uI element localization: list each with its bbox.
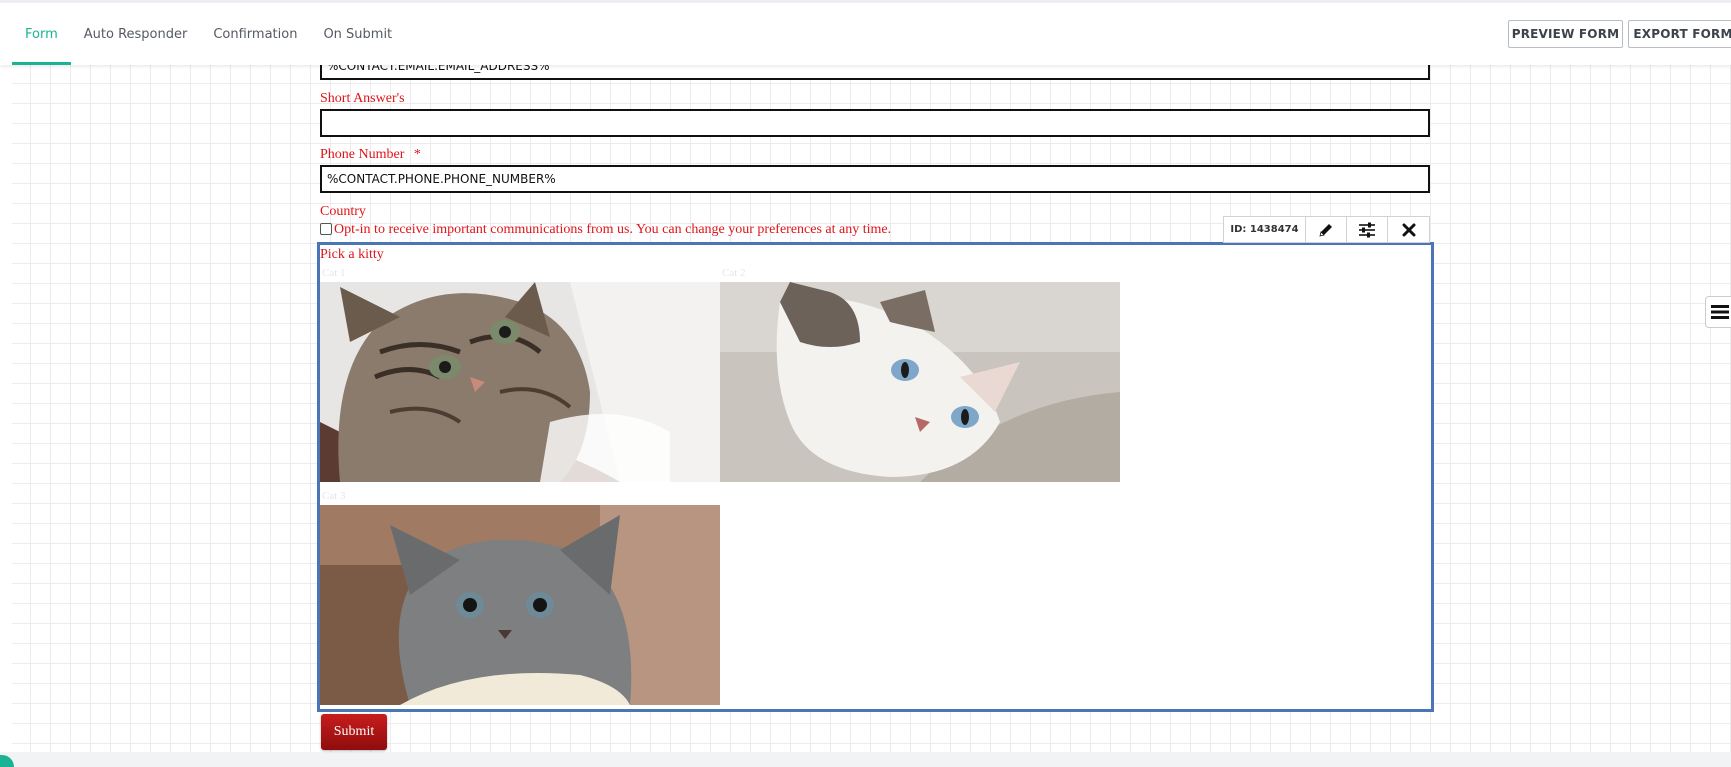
optin-row: Opt-in to receive important communicatio… <box>320 222 891 238</box>
hamburger-menu-icon[interactable] <box>1705 296 1731 328</box>
pencil-icon[interactable] <box>1306 217 1347 242</box>
required-asterisk: * <box>413 147 421 162</box>
tab-on-submit[interactable]: On Submit <box>310 3 405 65</box>
phone-label: Phone Number * <box>320 147 421 163</box>
block-toolbar: ID: 1438474 <box>1223 216 1430 243</box>
optin-text: Opt-in to receive important communicatio… <box>334 222 892 237</box>
tab-auto-responder[interactable]: Auto Responder <box>71 3 201 65</box>
submit-button[interactable]: Submit <box>321 714 387 750</box>
optin-checkbox[interactable] <box>320 222 332 235</box>
close-icon[interactable] <box>1388 217 1429 242</box>
pick-kitty-block[interactable]: Pick a kitty Cat 1 Cat 2 Cat 3 <box>317 242 1434 712</box>
block-id-label: ID: 1438474 <box>1224 217 1306 242</box>
pick-kitty-label: Pick a kitty <box>320 247 384 262</box>
kitty-caption-3: Cat 3 <box>322 490 346 502</box>
phone-field[interactable]: %CONTACT.PHONE.PHONE_NUMBER% <box>320 165 1430 193</box>
preview-form-button[interactable]: PREVIEW FORM <box>1508 20 1623 48</box>
export-form-button[interactable]: EXPORT FORM <box>1628 20 1731 48</box>
white-cat-lying-photo <box>720 282 1120 482</box>
short-answer-label: Short Answer's <box>320 91 405 106</box>
country-label: Country <box>320 204 366 219</box>
editor-header: Form Auto Responder Confirmation On Subm… <box>0 3 1731 65</box>
phone-label-text: Phone Number <box>320 147 405 162</box>
short-answer-field[interactable] <box>320 109 1430 137</box>
tab-bar: Form Auto Responder Confirmation On Subm… <box>12 3 405 65</box>
kitty-caption-2: Cat 2 <box>722 267 746 279</box>
kitty-option-3[interactable] <box>320 505 720 705</box>
tab-confirmation[interactable]: Confirmation <box>200 3 310 65</box>
sliders-icon[interactable] <box>1347 217 1388 242</box>
kitty-option-2[interactable] <box>720 282 1120 482</box>
tab-form[interactable]: Form <box>12 3 71 65</box>
bottom-strip <box>0 752 1731 767</box>
kitty-caption-1: Cat 1 <box>322 267 346 279</box>
kitty-option-1[interactable] <box>320 282 720 482</box>
tabby-kitten-photo <box>320 282 720 482</box>
grey-fluffy-kitten-photo <box>320 505 720 705</box>
